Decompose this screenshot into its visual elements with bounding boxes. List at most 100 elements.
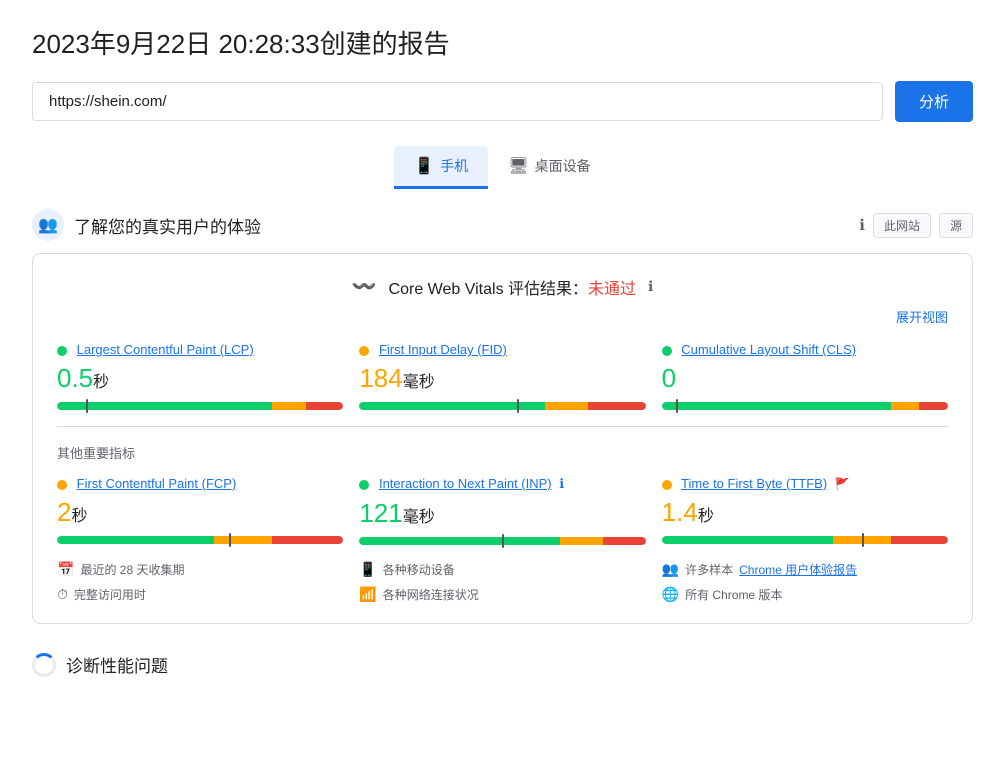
fcp-bar-wrap bbox=[57, 536, 343, 544]
main-card: 〰️ Core Web Vitals 评估结果：未通过 ℹ 展开视图 Large… bbox=[32, 253, 973, 624]
tab-mobile-label: 手机 bbox=[440, 156, 468, 176]
desktop-icon: 🖥 bbox=[508, 156, 528, 176]
section-header: 👥 了解您的真实用户的体验 ℹ 此网站 源 bbox=[32, 209, 973, 241]
section-right: ℹ 此网站 源 bbox=[859, 213, 973, 238]
lcp-bar-red bbox=[306, 402, 343, 410]
cwv-icon: 〰️ bbox=[352, 274, 377, 299]
inp-label: Interaction to Next Paint (INP) ℹ bbox=[359, 476, 645, 492]
footer-network: 📶 各种网络连接状况 bbox=[359, 586, 645, 603]
tab-desktop[interactable]: 🖥 桌面设备 bbox=[488, 146, 610, 189]
fid-dot bbox=[359, 346, 369, 356]
ttfb-bar-green bbox=[662, 536, 834, 544]
metric-inp: Interaction to Next Paint (INP) ℹ 121毫秒 bbox=[359, 476, 645, 545]
ttfb-bar-wrap bbox=[662, 536, 948, 544]
footer-samples: 👥 许多样本 Chrome 用户体验报告 bbox=[662, 561, 948, 578]
this-site-button[interactable]: 此网站 bbox=[873, 213, 931, 238]
cls-num: 0 bbox=[662, 363, 676, 393]
fid-bar-wrap bbox=[359, 402, 645, 410]
core-vitals-header: 〰️ Core Web Vitals 评估结果：未通过 ℹ bbox=[57, 274, 948, 299]
analyze-button[interactable]: 分析 bbox=[895, 81, 973, 122]
lcp-unit: 秒 bbox=[93, 374, 109, 391]
fcp-value: 2秒 bbox=[57, 497, 343, 528]
ttfb-num: 1.4 bbox=[662, 497, 698, 527]
cwv-label-text: Core Web Vitals 评估结果： bbox=[389, 281, 588, 298]
timer-icon: ⏱ bbox=[57, 586, 68, 603]
footer-chrome: 🌐 所有 Chrome 版本 bbox=[662, 586, 948, 603]
fid-unit: 毫秒 bbox=[403, 374, 435, 391]
other-metrics-grid: First Contentful Paint (FCP) 2秒 Interact… bbox=[57, 476, 948, 545]
other-metrics-label: 其他重要指标 bbox=[57, 443, 948, 462]
inp-num: 121 bbox=[359, 498, 402, 528]
inp-bar-wrap bbox=[359, 537, 645, 545]
section-title: 了解您的真实用户的体验 bbox=[74, 213, 261, 238]
footer-full-visit: ⏱ 完整访问用时 bbox=[57, 586, 343, 603]
info-circle-icon: ℹ bbox=[859, 216, 865, 234]
inp-info-icon[interactable]: ℹ bbox=[559, 476, 564, 491]
url-bar-row: 分析 bbox=[32, 81, 973, 122]
metric-ttfb: Time to First Byte (TTFB) 🚩 1.4秒 bbox=[662, 476, 948, 545]
lcp-bar-orange bbox=[272, 402, 306, 410]
mobile-devices-icon: 📱 bbox=[359, 561, 376, 578]
users-icon: 👥 bbox=[38, 215, 58, 235]
ttfb-dot bbox=[662, 480, 672, 490]
footer-mobile-text: 各种移动设备 bbox=[383, 561, 455, 578]
fcp-dot bbox=[57, 480, 67, 490]
lcp-bar-green bbox=[57, 402, 272, 410]
tab-mobile[interactable]: 📱 手机 bbox=[394, 146, 488, 189]
divider bbox=[57, 426, 948, 427]
loading-spinner bbox=[32, 653, 56, 677]
lcp-label: Largest Contentful Paint (LCP) bbox=[57, 342, 343, 357]
cls-link[interactable]: Cumulative Layout Shift (CLS) bbox=[681, 342, 856, 357]
ttfb-link[interactable]: Time to First Byte (TTFB) bbox=[681, 476, 827, 491]
metric-fcp: First Contentful Paint (FCP) 2秒 bbox=[57, 476, 343, 545]
ttfb-flag-icon: 🚩 bbox=[835, 477, 850, 491]
fcp-num: 2 bbox=[57, 497, 71, 527]
inp-dot bbox=[359, 480, 369, 490]
lcp-link[interactable]: Largest Contentful Paint (LCP) bbox=[77, 342, 254, 357]
diagnostic-title: 诊断性能问题 bbox=[66, 652, 168, 677]
section-left: 👥 了解您的真实用户的体验 bbox=[32, 209, 261, 241]
cwv-info-icon[interactable]: ℹ bbox=[648, 278, 653, 295]
chrome-icon: 🌐 bbox=[662, 586, 679, 603]
fcp-bar-orange bbox=[214, 536, 271, 544]
inp-bar-orange bbox=[560, 537, 603, 545]
cls-bar-green bbox=[662, 402, 891, 410]
fid-bar bbox=[359, 402, 645, 410]
ttfb-value: 1.4秒 bbox=[662, 497, 948, 528]
lcp-dot bbox=[57, 346, 67, 356]
fcp-bar-red bbox=[272, 536, 344, 544]
crux-report-link[interactable]: Chrome 用户体验报告 bbox=[739, 561, 857, 578]
cwv-label: Core Web Vitals 评估结果：未通过 bbox=[389, 275, 636, 299]
calendar-icon: 📅 bbox=[57, 561, 74, 578]
fcp-link[interactable]: First Contentful Paint (FCP) bbox=[77, 476, 237, 491]
cls-bar bbox=[662, 402, 948, 410]
footer-info-grid: 📅 最近的 28 天收集期 📱 各种移动设备 👥 许多样本 Chrome 用户体… bbox=[57, 561, 948, 603]
fid-bar-red bbox=[588, 402, 645, 410]
inp-bar-red bbox=[603, 537, 646, 545]
expand-link[interactable]: 展开视图 bbox=[57, 307, 948, 326]
ttfb-unit: 秒 bbox=[698, 508, 714, 525]
cwv-status: 未通过 bbox=[588, 281, 636, 298]
network-icon: 📶 bbox=[359, 586, 376, 603]
cls-dot bbox=[662, 346, 672, 356]
tab-desktop-label: 桌面设备 bbox=[535, 156, 591, 176]
fid-bar-orange bbox=[545, 402, 588, 410]
users-icon-circle: 👥 bbox=[32, 209, 64, 241]
ttfb-marker bbox=[862, 533, 864, 547]
fcp-bar bbox=[57, 536, 343, 544]
fid-marker bbox=[517, 399, 519, 413]
footer-chrome-text: 所有 Chrome 版本 bbox=[685, 586, 782, 603]
fid-link[interactable]: First Input Delay (FID) bbox=[379, 342, 507, 357]
cls-bar-red bbox=[919, 402, 948, 410]
lcp-bar-wrap bbox=[57, 402, 343, 410]
samples-icon: 👥 bbox=[662, 561, 679, 578]
cls-marker bbox=[676, 399, 678, 413]
url-input[interactable] bbox=[32, 82, 883, 121]
mobile-icon: 📱 bbox=[414, 156, 434, 176]
source-button[interactable]: 源 bbox=[939, 213, 973, 238]
cls-bar-wrap bbox=[662, 402, 948, 410]
lcp-num: 0.5 bbox=[57, 363, 93, 393]
fcp-label: First Contentful Paint (FCP) bbox=[57, 476, 343, 491]
cls-value: 0 bbox=[662, 363, 948, 394]
inp-link[interactable]: Interaction to Next Paint (INP) bbox=[379, 476, 552, 491]
